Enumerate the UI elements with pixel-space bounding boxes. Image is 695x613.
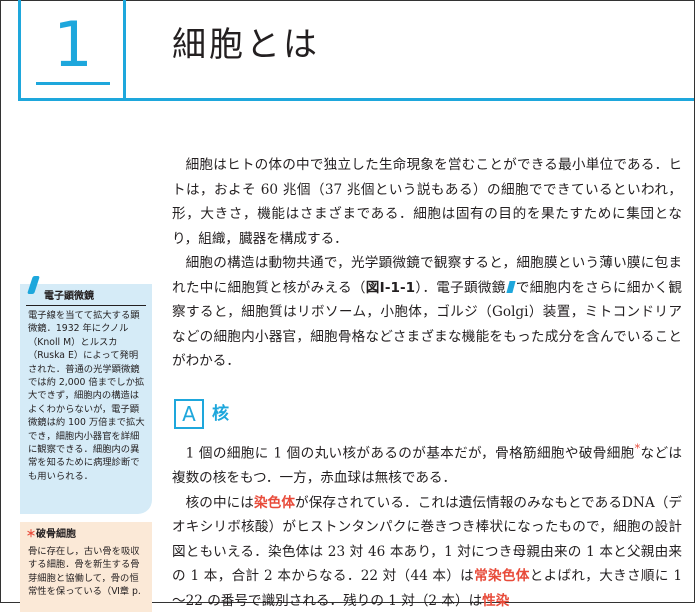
chapter-header-rule bbox=[18, 98, 694, 101]
intro-paragraph-1: 細胞はヒトの体の中で独立した生命現象を営むことができる最小単位である．ヒトは，お… bbox=[172, 157, 682, 247]
sidebar-electron-microscope: 電子顕微鏡 電子線を当てて拡大する顕微鏡．1932 年にクノル（Knoll M）… bbox=[20, 276, 152, 514]
sidebar-osteoclast: ＊破骨細胞 骨に存在し，古い骨を吸収する細胞．骨を新生する骨芽細胞と協働して，骨… bbox=[20, 522, 152, 612]
section-paragraph-2: 核の中には染色体が保存されている．これは遺伝情報のみなもとであるDNA（デオキシ… bbox=[172, 494, 683, 609]
glossary-marker-icon bbox=[506, 280, 516, 293]
section-text: 1 個の細胞に 1 個の丸い核があるのが基本だが，骨格筋細胞や破骨細胞*などは複… bbox=[172, 437, 682, 613]
term-sex-chromosome: 性染 bbox=[482, 592, 510, 609]
section-paragraph-1: 1 個の細胞に 1 個の丸い核があるのが基本だが，骨格筋細胞や破骨細胞*などは複… bbox=[172, 442, 682, 487]
sidebar-text: 骨に存在し，古い骨を吸収する細胞．骨を新生する骨芽細胞と協働して，骨の恒常性を保… bbox=[28, 546, 141, 598]
chapter-number-underline bbox=[36, 82, 110, 85]
sidebar-divider bbox=[26, 305, 146, 306]
intro-paragraph-2: 細胞の構造は動物共通で，光学顕微鏡で観察すると，細胞膜という薄い膜に包まれた中に… bbox=[172, 255, 683, 369]
chapter-number: 1 bbox=[53, 8, 93, 81]
intro-text: 細胞はヒトの体の中で独立した生命現象を営むことができる最小単位である．ヒトは，お… bbox=[172, 153, 682, 374]
figure-reference[interactable]: 図Ⅰ-1-1 bbox=[366, 280, 415, 296]
term-chromosome: 染色体 bbox=[253, 494, 296, 511]
section-title: 核 bbox=[212, 404, 229, 424]
sidebar-text: 電子線を当てて拡大する顕微鏡．1932 年にクノル（Knoll M）とルスカ（R… bbox=[28, 310, 145, 482]
sidebar-title: ＊破骨細胞 bbox=[26, 529, 76, 540]
sidebar-title: 電子顕微鏡 bbox=[44, 291, 94, 302]
footnote-asterisk: ＊ bbox=[26, 529, 36, 540]
chapter-title: 細胞とは bbox=[172, 25, 320, 65]
section-letter-badge: A bbox=[174, 399, 204, 429]
term-autosome: 常染色体 bbox=[474, 568, 530, 585]
